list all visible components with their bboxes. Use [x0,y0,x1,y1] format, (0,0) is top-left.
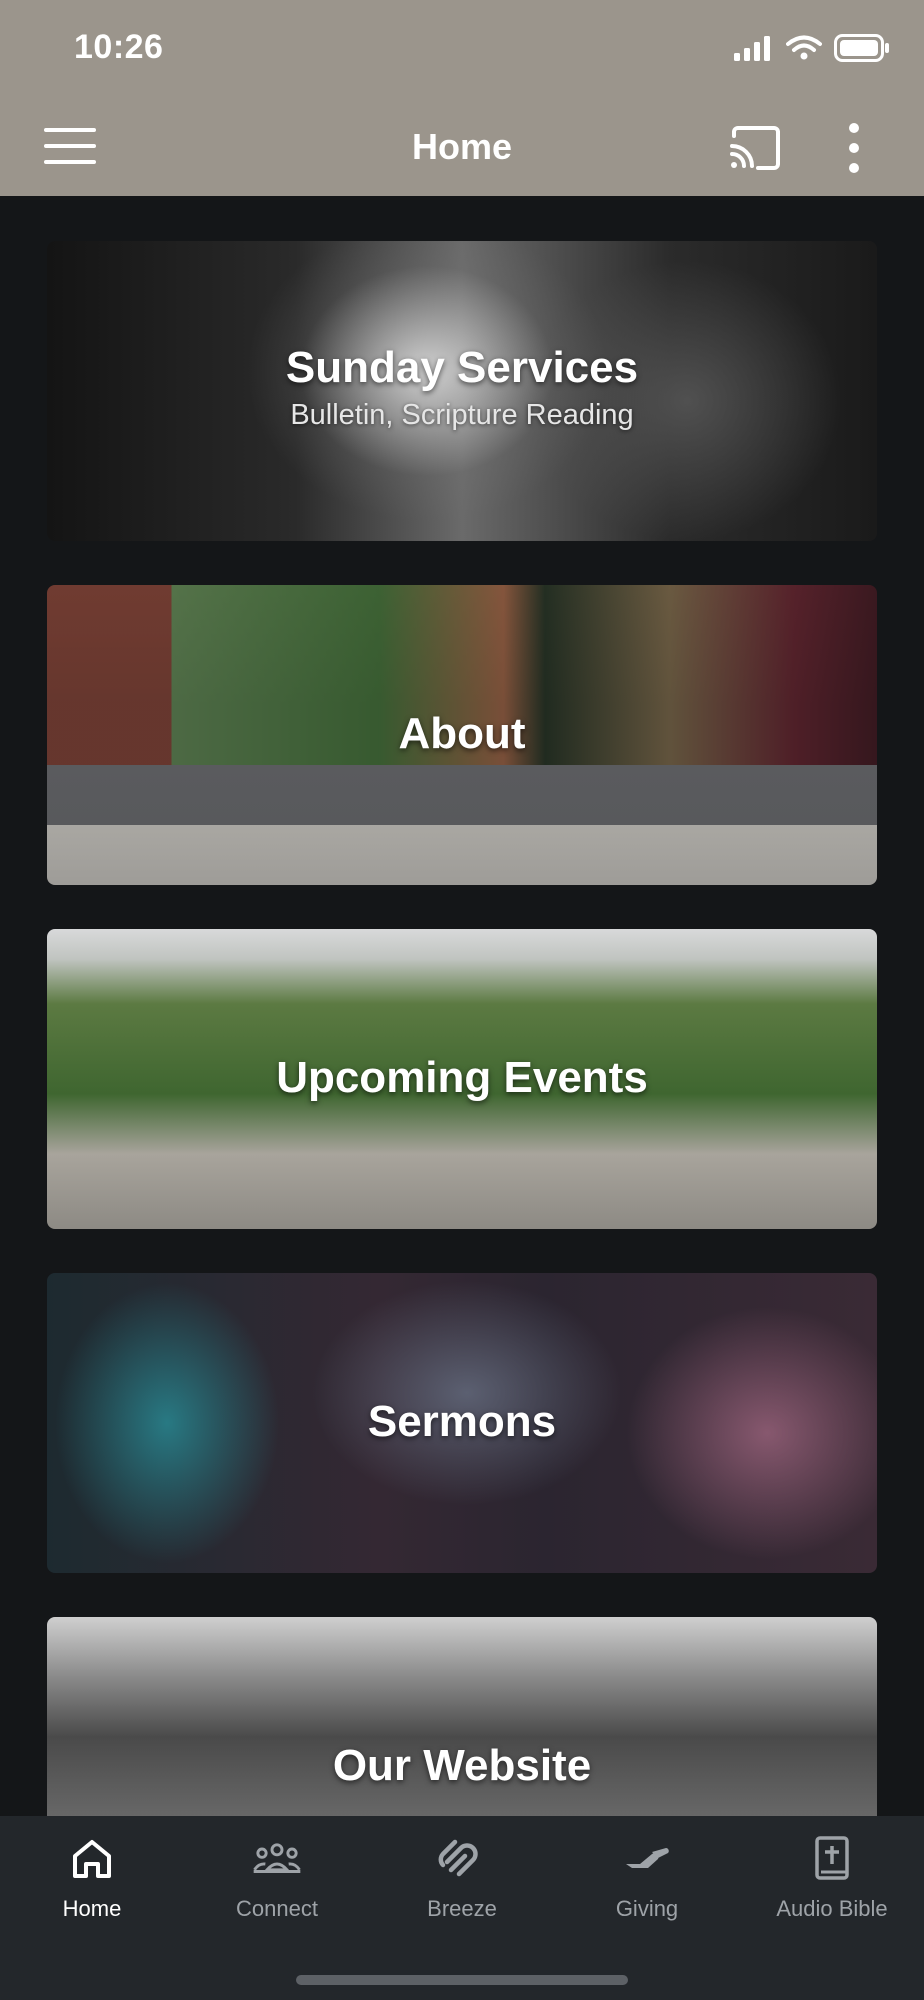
card-subtitle: Bulletin, Scripture Reading [290,399,634,431]
card-our-website[interactable]: Our Website [47,1617,877,1816]
home-indicator [296,1975,628,1985]
card-sunday-services[interactable]: Sunday Services Bulletin, Scripture Read… [47,241,877,541]
page-title: Home [411,126,513,167]
group-icon [253,1843,301,1873]
card-upcoming-events[interactable]: Upcoming Events [47,929,877,1229]
card-title: About [398,709,526,758]
tab-label: Breeze [427,1896,497,1921]
tab-connect[interactable]: Connect [185,1816,369,1936]
card-title: Our Website [332,1741,592,1790]
tab-audio-bible[interactable]: Audio Bible [740,1816,924,1936]
tab-label: Giving [615,1896,679,1921]
status-time: 10:26 [74,28,164,66]
top-bar: 10:26 Home [0,0,924,196]
card-sermons[interactable]: Sermons [47,1273,877,1573]
signal-icon [734,36,770,61]
giving-icon [626,1848,669,1868]
card-title: Sermons [367,1397,557,1446]
battery-icon [834,34,889,62]
cast-icon[interactable] [728,126,782,170]
tab-giving[interactable]: Giving [555,1816,739,1936]
tab-label: Audio Bible [776,1896,888,1921]
more-options-icon[interactable] [840,122,868,174]
tab-label: Home [62,1896,122,1921]
tab-label: Connect [236,1896,318,1921]
card-about[interactable]: About [47,585,877,885]
card-title: Upcoming Events [276,1053,648,1102]
bottom-tab-bar: Home Connect Breeze Giving Audio Bible [0,1816,924,2000]
home-icon [73,1840,111,1878]
tab-breeze[interactable]: Breeze [370,1816,554,1936]
card-title: Sunday Services [285,343,639,392]
breeze-icon [438,1839,478,1877]
status-icons [734,34,890,62]
wifi-icon [786,35,822,60]
app-header: Home [0,100,924,196]
home-content: Sunday Services Bulletin, Scripture Read… [0,196,924,1816]
bible-icon [815,1836,849,1880]
tab-home[interactable]: Home [0,1816,184,1936]
